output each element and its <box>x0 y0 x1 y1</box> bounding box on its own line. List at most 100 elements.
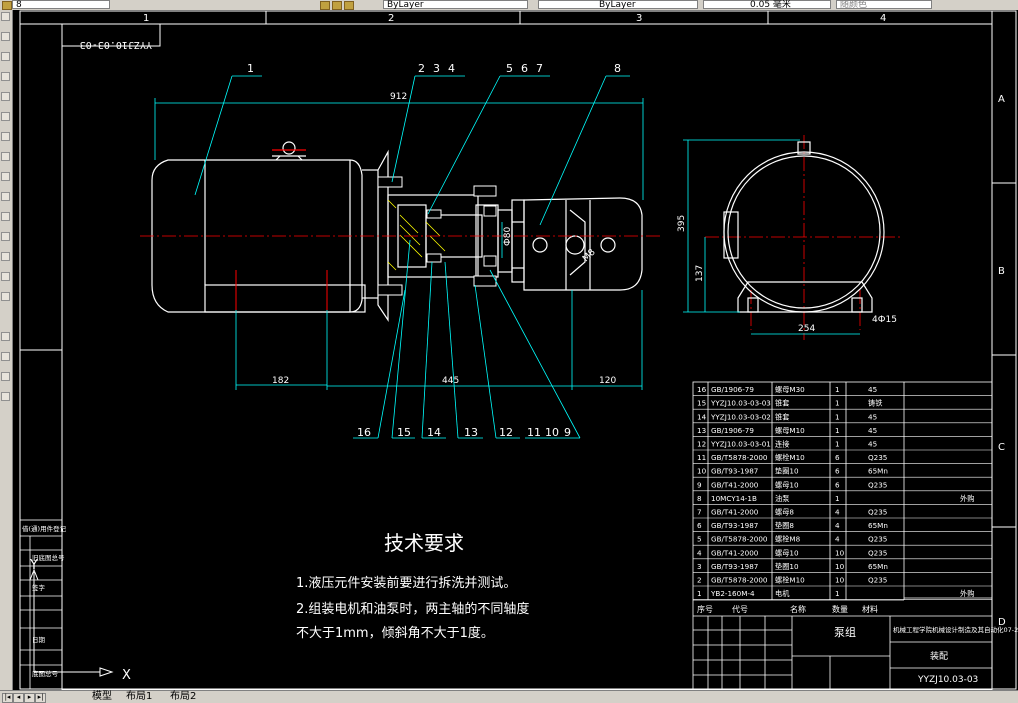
drawing-canvas[interactable]: 1 2 3 4 A B C D YYZJ10.03-03 912 182 445… <box>0 0 1018 702</box>
bom-cell-mat: Q235 <box>868 480 887 489</box>
bom-cell-code: YB2-160M-4 <box>710 589 755 598</box>
bom-cell-mat: 45 <box>868 426 877 435</box>
bom-cell-mat: 铸铁 <box>868 399 882 408</box>
bom-header-mat: 材料 <box>862 604 878 614</box>
bom-cell-name: 油泵 <box>775 494 789 503</box>
title-block-school: 机械工程学院机械设计制造及其自动化07-20 <box>893 625 1018 634</box>
bom-cell-name: 垫圈8 <box>775 521 794 530</box>
bom-cell-name: 连接 <box>775 440 789 449</box>
balloon-7: 7 <box>536 62 543 75</box>
bom-header-name: 名称 <box>790 604 806 614</box>
bom-cell-qty: 1 <box>835 494 840 503</box>
bom-header-no: 序号 <box>697 604 713 614</box>
bom-cell-mat: Q235 <box>868 453 887 462</box>
bom-cell-code: GB/T93-1987 <box>711 562 758 571</box>
balloon-9: 9 <box>564 426 571 439</box>
bom-cell-no: 5 <box>697 535 702 544</box>
title-block-sheet: 装配 <box>930 650 948 662</box>
bom-cell-qty: 6 <box>835 453 840 462</box>
bom-cell-name: 垫圈10 <box>775 562 799 571</box>
bom-cell-qty: 4 <box>835 521 840 530</box>
leader-lines <box>194 75 630 439</box>
bom-cell-qty: 10 <box>835 576 845 585</box>
balloon-12: 12 <box>499 426 513 439</box>
bom-cell-mat: Q235 <box>868 535 887 544</box>
bom-cell-code: GB/T93-1987 <box>711 521 758 530</box>
tab-layout2[interactable]: 布局2 <box>170 691 196 703</box>
bom-cell-mat: Q235 <box>868 548 887 557</box>
bom-cell-code: GB/T41-2000 <box>711 480 759 489</box>
bom-header-qty: 数量 <box>832 604 848 614</box>
bom-cell-no: 1 <box>697 589 702 598</box>
drawing-frame <box>19 10 1017 691</box>
bom-cell-remark: 外购 <box>960 494 974 503</box>
bom-cell-qty: 4 <box>835 535 840 544</box>
flipped-code-box: YYZJ10.03-03 <box>61 23 161 50</box>
balloon-5: 5 <box>506 62 513 75</box>
bom-cell-mat: 45 <box>868 385 877 394</box>
left-stack-label: 借(通)用件登记 <box>22 524 67 533</box>
bom-rows: 16 GB/1906-79 螺母M30 1 4515 YYZJ10.03-03-03 锥套 1… <box>693 385 992 600</box>
row-label: C <box>998 442 1005 453</box>
bom-cell-name: 垫圈10 <box>775 467 799 476</box>
bom-table: 16 GB/1906-79 螺母M30 1 4515 YYZJ10.03-03-03 锥套 1… <box>692 381 1018 690</box>
balloon-10: 10 <box>545 426 559 439</box>
balloon-13: 13 <box>464 426 478 439</box>
bom-cell-name: 螺母10 <box>775 480 799 489</box>
dim-bolt: M8 <box>581 247 598 264</box>
bom-cell-code: GB/T5878-2000 <box>711 453 768 462</box>
bom-cell-name: 锥套 <box>775 399 789 408</box>
bom-cell-no: 9 <box>697 480 702 489</box>
bom-cell-remark: 外购 <box>960 589 974 598</box>
bom-cell-no: 6 <box>697 521 702 530</box>
bom-cell-name: 螺母10 <box>775 548 799 557</box>
ucs-y-label: Y <box>29 558 38 573</box>
technical-notes: 技术要求 1.液压元件安装前要进行拆洗并测试。 2.组装电机和油泵时，两主轴的不… <box>296 531 529 641</box>
bom-cell-name: 螺栓M10 <box>775 453 805 462</box>
bom-cell-mat: Q235 <box>868 576 887 585</box>
left-stack: 借(通)用件登记 旧底图总号 签字 日期 底图总号 <box>19 519 67 690</box>
col-label: 2 <box>388 13 394 24</box>
bom-cell-code: GB/T41-2000 <box>711 508 759 517</box>
dim-395: 395 <box>677 215 687 232</box>
bom-cell-no: 14 <box>697 412 707 421</box>
tab-model[interactable]: 模型 <box>92 691 112 703</box>
bom-cell-no: 2 <box>697 576 702 585</box>
balloon-8: 8 <box>614 62 621 75</box>
bom-cell-no: 8 <box>697 494 702 503</box>
drawing-code-flipped: YYZJ10.03-03 <box>80 39 152 50</box>
bom-cell-mat: 45 <box>868 412 877 421</box>
bom-cell-no: 11 <box>697 453 706 462</box>
layout-tabs-bar: |◂ ◂ ▸ ▸| 模型 布局1 布局2 <box>0 690 1018 703</box>
bom-cell-qty: 10 <box>835 548 845 557</box>
title-block-name: 泵组 <box>834 625 856 639</box>
balloon-16: 16 <box>357 426 371 439</box>
dim-912: 912 <box>390 92 407 102</box>
bom-cell-mat: 65Mn <box>868 562 888 571</box>
bom-cell-no: 4 <box>697 548 702 557</box>
bom-cell-no: 3 <box>697 562 702 571</box>
bom-cell-qty: 1 <box>835 399 840 408</box>
bom-cell-code: YYZJ10.03-03-02 <box>710 412 771 421</box>
bom-cell-qty: 6 <box>835 467 840 476</box>
tab-layout1[interactable]: 布局1 <box>126 691 152 703</box>
bom-cell-mat: 65Mn <box>868 521 888 530</box>
bom-cell-code: GB/1906-79 <box>711 385 754 394</box>
bom-header-code: 代号 <box>732 604 748 614</box>
bom-cell-code: YYZJ10.03-03-01 <box>710 440 771 449</box>
bom-cell-qty: 10 <box>835 562 845 571</box>
balloon-2: 2 <box>418 62 425 75</box>
balloon-4: 4 <box>448 62 455 75</box>
bom-cell-qty: 1 <box>835 426 840 435</box>
balloon-3: 3 <box>433 62 440 75</box>
bom-cell-name: 螺母8 <box>775 508 794 517</box>
bom-cell-no: 15 <box>697 399 706 408</box>
bom-cell-qty: 1 <box>835 440 840 449</box>
notes-line-1: 1.液压元件安装前要进行拆洗并测试。 <box>296 575 516 591</box>
bom-cell-name: 锥套 <box>775 412 789 421</box>
dim-120: 120 <box>599 376 616 386</box>
bom-cell-name: 螺母M30 <box>775 385 805 394</box>
dim-shaft: Ф80 <box>503 227 513 246</box>
bom-cell-name: 螺栓M8 <box>775 535 801 544</box>
bom-cell-no: 7 <box>697 508 702 517</box>
